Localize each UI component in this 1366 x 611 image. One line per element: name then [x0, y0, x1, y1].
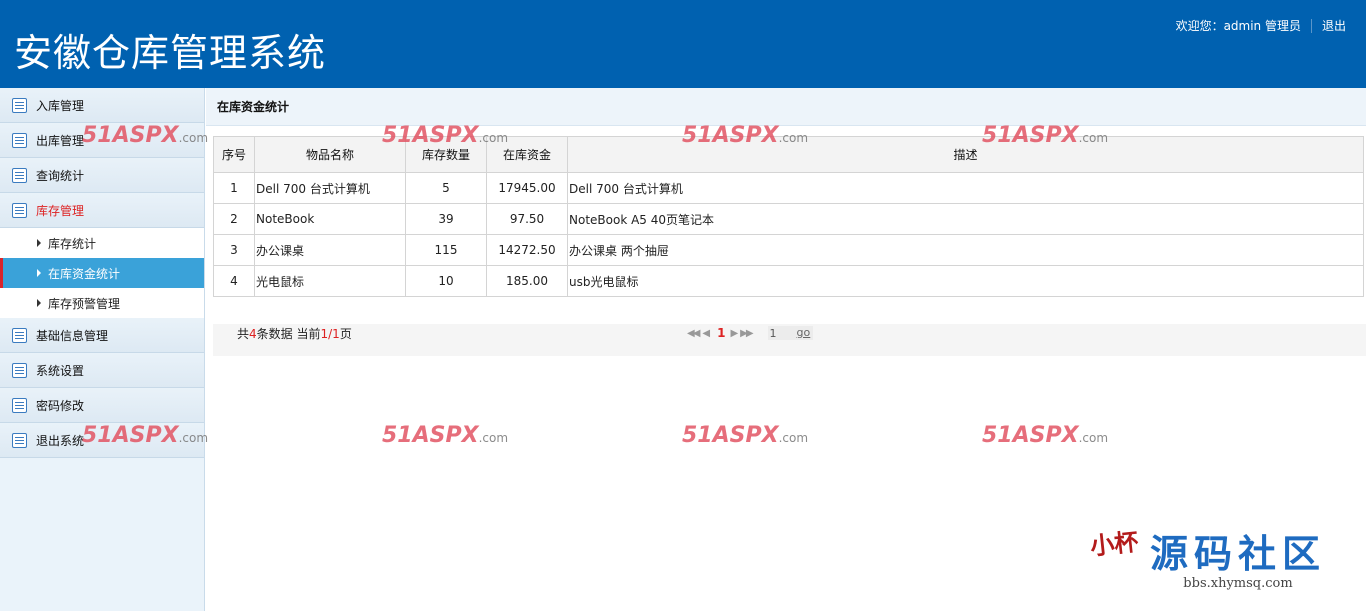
next-page-icon[interactable]: ▶	[730, 328, 738, 339]
inventory-submenu: 库存统计 在库资金统计 库存预警管理	[0, 228, 204, 318]
sidebar-item-password[interactable]: 密码修改	[0, 388, 204, 423]
table-row: 1 Dell 700 台式计算机 5 17945.00 Dell 700 台式计…	[213, 172, 1364, 204]
sidebar-item-label: 基础信息管理	[36, 328, 109, 343]
total-pages: 1	[332, 327, 340, 341]
sidebar-item-label: 入库管理	[36, 98, 85, 113]
caret-right-icon	[37, 239, 41, 247]
sidebar-item-outbound[interactable]: 出库管理	[0, 123, 204, 158]
page-title: 在库资金统计	[206, 88, 1366, 126]
cell-index: 4	[213, 265, 255, 297]
brand-name: 源码社区	[1149, 530, 1326, 576]
table-row: 2 NoteBook 39 97.50 NoteBook A5 40页笔记本	[213, 203, 1364, 235]
seal-logo: 小杯	[1088, 526, 1140, 561]
column-header: 描述	[567, 136, 1364, 173]
caret-right-icon	[37, 269, 41, 277]
column-header: 库存数量	[405, 136, 487, 173]
submenu-item-stock-alert[interactable]: 库存预警管理	[0, 288, 204, 318]
divider	[1310, 18, 1312, 33]
cell-quantity: 39	[405, 203, 487, 235]
logout-link[interactable]: 退出	[1322, 17, 1346, 34]
sidebar-item-label: 库存管理	[36, 203, 85, 218]
page-number-link[interactable]: 1	[717, 326, 725, 340]
pager-text: 页	[339, 327, 352, 341]
brand-block: 源码社区 bbs.xhymsq.com	[1149, 530, 1326, 591]
submenu-item-label: 库存统计	[48, 236, 97, 251]
cell-funds: 185.00	[486, 265, 568, 297]
cell-description: usb光电鼠标	[567, 265, 1364, 297]
cell-quantity: 10	[405, 265, 487, 297]
app-title: 安徽仓库管理系统	[14, 31, 327, 75]
cell-description: NoteBook A5 40页笔记本	[567, 203, 1364, 235]
page-jump-input[interactable]	[767, 326, 794, 340]
pager-text: 条数据 当前	[256, 327, 321, 341]
cell-name: Dell 700 台式计算机	[254, 172, 406, 204]
cell-funds: 97.50	[486, 203, 568, 235]
table-row: 4 光电鼠标 10 185.00 usb光电鼠标	[213, 265, 1364, 297]
submenu-item-label: 在库资金统计	[48, 266, 121, 281]
user-bar: 欢迎您：admin 管理员 退出	[1176, 17, 1346, 34]
list-icon	[12, 432, 27, 448]
column-header: 序号	[213, 136, 255, 173]
cell-funds: 17945.00	[486, 172, 568, 204]
sidebar-item-label: 查询统计	[36, 168, 85, 183]
pagination-summary: 共4条数据 当前1/1页	[237, 325, 352, 342]
column-header: 物品名称	[254, 136, 406, 173]
submenu-item-fund-stats[interactable]: 在库资金统计	[0, 258, 204, 288]
list-icon	[12, 362, 27, 378]
cell-name: NoteBook	[254, 203, 406, 235]
table-header-row: 序号 物品名称 库存数量 在库资金 描述	[213, 136, 1364, 173]
list-icon	[12, 397, 27, 413]
cell-name: 办公课桌	[254, 234, 406, 266]
cell-name: 光电鼠标	[254, 265, 406, 297]
welcome-text: 欢迎您：admin 管理员	[1175, 19, 1301, 33]
sidebar: 入库管理 出库管理 查询统计 库存管理 库存统计 在库资金统计 库存预警管理 基…	[0, 88, 205, 611]
current-page: 1	[320, 327, 329, 341]
total-count: 4	[249, 327, 257, 341]
go-button[interactable]: go	[793, 326, 814, 340]
cell-description: 办公课桌 两个抽屉	[567, 234, 1364, 266]
cell-quantity: 5	[405, 172, 487, 204]
sidebar-item-label: 密码修改	[36, 398, 85, 413]
table-row: 3 办公课桌 115 14272.50 办公课桌 两个抽屉	[213, 234, 1364, 266]
cell-quantity: 115	[405, 234, 487, 266]
pagination-bar: 共4条数据 当前1/1页 ◀◀ ◀ 1 ▶ ▶▶ go	[213, 324, 1366, 356]
submenu-item-label: 库存预警管理	[48, 296, 121, 311]
sidebar-item-settings[interactable]: 系统设置	[0, 353, 204, 388]
app-header: 安徽仓库管理系统 欢迎您：admin 管理员 退出	[0, 0, 1366, 88]
sidebar-item-inbound[interactable]: 入库管理	[0, 88, 204, 123]
brand-url: bbs.xhymsq.com	[1183, 575, 1293, 591]
sidebar-item-label: 退出系统	[36, 433, 85, 448]
list-icon	[12, 97, 27, 113]
cell-description: Dell 700 台式计算机	[567, 172, 1364, 204]
cell-index: 2	[213, 203, 255, 235]
pager-text: 共	[237, 327, 250, 341]
list-icon	[12, 167, 27, 183]
sidebar-item-label: 出库管理	[36, 133, 85, 148]
list-icon	[12, 202, 27, 218]
fund-stats-table: 序号 物品名称 库存数量 在库资金 描述 1 Dell 700 台式计算机 5 …	[213, 136, 1364, 297]
site-logo: 小杯 源码社区 bbs.xhymsq.com	[1088, 526, 1326, 592]
sidebar-item-label: 系统设置	[36, 363, 85, 378]
pagination-nav: ◀◀ ◀ 1 ▶ ▶▶ go	[687, 326, 814, 340]
last-page-icon[interactable]: ▶▶	[740, 328, 753, 339]
sidebar-item-exit[interactable]: 退出系统	[0, 423, 204, 458]
caret-right-icon	[37, 299, 41, 307]
cell-index: 3	[213, 234, 255, 266]
cell-funds: 14272.50	[486, 234, 568, 266]
sidebar-item-query[interactable]: 查询统计	[0, 158, 204, 193]
sidebar-item-inventory[interactable]: 库存管理	[0, 193, 204, 228]
first-page-icon[interactable]: ◀◀	[687, 328, 700, 339]
list-icon	[12, 132, 27, 148]
submenu-item-stock-stats[interactable]: 库存统计	[0, 228, 204, 258]
column-header: 在库资金	[486, 136, 568, 173]
cell-index: 1	[213, 172, 255, 204]
prev-page-icon[interactable]: ◀	[702, 328, 710, 339]
list-icon	[12, 327, 27, 343]
sidebar-item-basic-info[interactable]: 基础信息管理	[0, 318, 204, 353]
